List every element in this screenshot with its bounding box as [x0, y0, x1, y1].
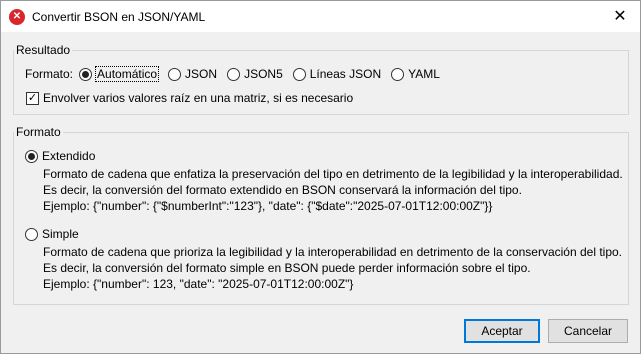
radio-extended[interactable]: [25, 149, 38, 163]
format-option-label: JSON: [185, 67, 218, 81]
format-option-label: Líneas JSON: [309, 67, 382, 81]
window-title: Convertir BSON en JSON/YAML: [32, 10, 206, 24]
format-option-label: JSON5: [244, 67, 283, 81]
extended-description: Formato de cadena que enfatiza la preser…: [43, 166, 623, 214]
format-options-row: Formato: Automático JSON JSON5 Líneas JS…: [25, 66, 450, 82]
radio-json5[interactable]: [227, 67, 241, 81]
format-option-automatico[interactable]: Automático: [79, 66, 160, 82]
simple-option[interactable]: Simple: [25, 227, 79, 241]
format-group-legend: Formato: [16, 125, 61, 139]
simple-description: Formato de cadena que prioriza la legibi…: [43, 244, 622, 292]
format-option-yaml[interactable]: YAML: [391, 67, 440, 81]
title-bar[interactable]: ✕ Convertir BSON en JSON/YAML ✕: [1, 1, 640, 32]
extended-option[interactable]: Extendido: [25, 149, 95, 163]
format-option-label: Automático: [95, 66, 160, 82]
description-line: Es decir, la conversión del formato simp…: [43, 261, 531, 275]
close-icon[interactable]: ✕: [610, 7, 630, 27]
app-error-icon: ✕: [9, 9, 25, 25]
description-line: Formato de cadena que enfatiza la preser…: [43, 167, 623, 181]
result-group-legend: Resultado: [16, 43, 71, 57]
description-line: Formato de cadena que prioriza la legibi…: [43, 245, 623, 259]
radio-yaml[interactable]: [391, 67, 405, 81]
wrap-checkbox[interactable]: ✓: [26, 91, 39, 105]
format-option-label: YAML: [408, 67, 440, 81]
wrap-checkbox-label: Envolver varios valores raíz en una matr…: [43, 91, 354, 105]
format-option-json-lines[interactable]: Líneas JSON: [292, 67, 382, 81]
description-line: Ejemplo: {"number": {"$numberInt":"123"}…: [43, 199, 493, 213]
cancel-button[interactable]: Cancelar: [548, 319, 628, 343]
wrap-checkbox-row[interactable]: ✓ Envolver varios valores raíz en una ma…: [26, 91, 353, 105]
format-label: Formato:: [25, 67, 74, 81]
format-option-json5[interactable]: JSON5: [227, 67, 283, 81]
radio-json-lines[interactable]: [292, 67, 306, 81]
description-line: Es decir, la conversión del formato exte…: [43, 183, 522, 197]
extended-label: Extendido: [42, 149, 96, 163]
description-line: Ejemplo: {"number": 123, "date": "2025-0…: [43, 277, 354, 291]
simple-label: Simple: [42, 227, 79, 241]
format-option-json[interactable]: JSON: [168, 67, 217, 81]
radio-simple[interactable]: [25, 227, 38, 241]
ok-button[interactable]: Aceptar: [464, 319, 540, 343]
radio-json[interactable]: [168, 67, 182, 81]
dialog-window: ✕ Convertir BSON en JSON/YAML ✕ Resultad…: [0, 0, 641, 354]
radio-automatico[interactable]: [79, 67, 93, 81]
